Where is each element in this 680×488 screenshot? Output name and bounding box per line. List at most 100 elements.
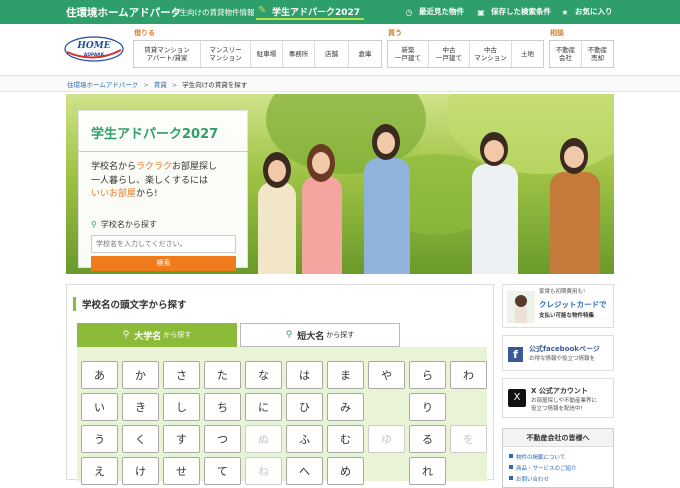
top-bar: 住環境ホームアドパーク 学生向けの賃貸物件情報 ✎ 学生アドパーク2027 ◷ 最近… bbox=[0, 0, 680, 24]
kana-key[interactable]: ら bbox=[409, 361, 446, 389]
school-search-input[interactable] bbox=[91, 235, 236, 253]
agents-link-label: 物件の掲載について bbox=[516, 455, 566, 461]
nav-rent-store[interactable]: 店舗 bbox=[315, 41, 349, 67]
school-type-tabs: ⚲ 大学名 から探す ⚲ 短大名 から探す bbox=[77, 323, 487, 347]
nav-realestate-company[interactable]: 不動産 会社 bbox=[550, 41, 582, 67]
kana-grid: あかさたなはまやらわいきしちにひみ りうくすつぬふむゆるをえけせてねへめ れ bbox=[77, 347, 487, 485]
x-logo-icon: X bbox=[508, 389, 526, 407]
facebook-banner[interactable]: f 公式facebookページ お得な情報や役立つ情報を bbox=[502, 335, 614, 371]
tab-junior-college[interactable]: ⚲ 短大名 から探す bbox=[240, 323, 400, 347]
search-label-text: 学校名から探す bbox=[100, 220, 157, 229]
kana-key[interactable]: す bbox=[163, 425, 200, 453]
kana-key[interactable]: る bbox=[409, 425, 446, 453]
kana-key[interactable]: ふ bbox=[286, 425, 323, 453]
x-sub: お部屋探しや不動産業界に bbox=[531, 398, 597, 404]
credit-banner-sub: 支払い可能な物件特集 bbox=[539, 313, 595, 319]
x-banner[interactable]: X X 公式アカウント お部屋探しや不動産業界に 役立つ情報を配信中! bbox=[502, 378, 614, 418]
nav-buy-used-house[interactable]: 中古 一戸建て bbox=[429, 41, 470, 67]
credit-card-banner[interactable]: 家賃も初期費用も! クレジットカードで 支払い可能な物件特集 bbox=[502, 284, 614, 328]
recent-viewed-link[interactable]: ◷ 最近見た物件 bbox=[404, 6, 465, 18]
logo-text-adpark: ADPARK bbox=[84, 52, 105, 58]
search-icon: ⚲ bbox=[285, 330, 293, 340]
kana-key[interactable]: わ bbox=[450, 361, 487, 389]
nav-buy-land[interactable]: 土地 bbox=[512, 41, 543, 67]
agents-link[interactable]: 物件の掲載について bbox=[509, 453, 565, 461]
hero-title: 学生アドパーク2027 bbox=[91, 127, 219, 142]
tab-suffix: から探す bbox=[163, 331, 192, 339]
initial-search-section: 学校名の頭文字から探す ⚲ 大学名 から探す ⚲ 短大名 から探す あかさたなはまやらわ… bbox=[66, 284, 494, 485]
saved-search-label: 保存した検索条件 bbox=[491, 7, 551, 16]
kana-key[interactable]: く bbox=[122, 425, 159, 453]
kana-key[interactable]: え bbox=[81, 457, 118, 485]
credit-banner-pre: 家賃も初期費用も! bbox=[539, 289, 586, 295]
kana-key[interactable]: り bbox=[409, 393, 446, 421]
kana-key[interactable]: ひ bbox=[286, 393, 323, 421]
kana-key[interactable]: う bbox=[81, 425, 118, 453]
kana-key[interactable]: か bbox=[122, 361, 159, 389]
nav-rent-warehouse[interactable]: 倉庫 bbox=[349, 41, 381, 67]
kana-key: ね bbox=[245, 457, 282, 485]
search-icon: ⚲ bbox=[91, 220, 97, 229]
kana-key[interactable]: に bbox=[245, 393, 282, 421]
facebook-sub: お得な情報や役立つ情報を bbox=[529, 356, 596, 362]
kana-key[interactable]: さ bbox=[163, 361, 200, 389]
kana-key[interactable]: ち bbox=[204, 393, 241, 421]
agents-link-label: お問い合わせ bbox=[516, 477, 550, 483]
hero-copy-text: 一人暮らし、楽しくするには bbox=[91, 175, 209, 186]
agents-box: 不動産会社の皆様へ 物件の掲載について 商品・サービスのご紹介 お問い合わせ bbox=[502, 428, 614, 488]
kana-key[interactable]: た bbox=[204, 361, 241, 389]
search-button[interactable]: 検索 bbox=[91, 256, 236, 271]
section-heading: 学校名の頭文字から探す bbox=[73, 297, 187, 311]
nav-rent-apartment[interactable]: 賃貸マンション アパート/貸家 bbox=[134, 41, 201, 67]
saved-search-link[interactable]: ▣ 保存した検索条件 bbox=[476, 6, 551, 18]
nav-realestate-sell[interactable]: 不動産 売却 bbox=[582, 41, 613, 67]
kana-key: を bbox=[450, 425, 487, 453]
credit-banner-title: クレジットカードで bbox=[539, 300, 607, 309]
x-title: X 公式アカウント bbox=[531, 387, 588, 395]
kana-key[interactable]: あ bbox=[81, 361, 118, 389]
kana-key[interactable]: い bbox=[81, 393, 118, 421]
kana-key[interactable]: や bbox=[368, 361, 405, 389]
breadcrumb-rent[interactable]: 賃貸 bbox=[154, 81, 167, 89]
campaign-link[interactable]: ✎ 学生アドパーク2027 bbox=[256, 3, 365, 20]
kana-key[interactable]: む bbox=[327, 425, 364, 453]
kana-key[interactable]: へ bbox=[286, 457, 323, 485]
tab-junior-label: 短大名 bbox=[297, 331, 325, 342]
kana-key[interactable]: し bbox=[163, 393, 200, 421]
search-label: ⚲ 学校名から探す bbox=[91, 219, 157, 230]
nav-rent-office[interactable]: 事務所 bbox=[283, 41, 315, 67]
kana-key[interactable]: め bbox=[327, 457, 364, 485]
kana-key[interactable]: て bbox=[204, 457, 241, 485]
nav-buy-used-mansion[interactable]: 中古 マンション bbox=[470, 41, 512, 67]
kana-key[interactable]: き bbox=[122, 393, 159, 421]
breadcrumb-separator: > bbox=[171, 81, 178, 89]
nav-rent-monthly[interactable]: マンスリー マンション bbox=[201, 41, 251, 67]
x-sub: 役立つ情報を配信中! bbox=[531, 406, 583, 412]
kana-key[interactable]: み bbox=[327, 393, 364, 421]
kana-key[interactable]: な bbox=[245, 361, 282, 389]
kana-key[interactable]: は bbox=[286, 361, 323, 389]
bullet-icon bbox=[509, 465, 513, 469]
student-photo bbox=[360, 114, 412, 274]
nav-buy-new-house[interactable]: 新築 一戸建て bbox=[388, 41, 429, 67]
site-brand[interactable]: 住環境ホームアドパーク bbox=[66, 5, 181, 20]
favorites-label: お気に入り bbox=[575, 7, 613, 16]
nav-rent-parking[interactable]: 駐車場 bbox=[251, 41, 283, 67]
agents-link[interactable]: 商品・サービスのご紹介 bbox=[509, 464, 577, 472]
nav-rent-label: 借りる bbox=[134, 29, 155, 37]
kana-key[interactable]: ま bbox=[327, 361, 364, 389]
breadcrumb-home[interactable]: 住環境ホームアドパーク bbox=[67, 81, 138, 89]
home-adpark-logo[interactable]: HOME ADPARK bbox=[64, 36, 124, 62]
hero-copy: 学校名からラクラクお部屋探し 一人暮らし、楽しくするには いいお部屋から! bbox=[91, 161, 217, 202]
pen-icon: ✎ bbox=[258, 5, 267, 16]
kana-key[interactable]: れ bbox=[409, 457, 446, 485]
bullet-icon bbox=[509, 476, 513, 480]
kana-key[interactable]: つ bbox=[204, 425, 241, 453]
favorites-link[interactable]: ★ お気に入り bbox=[560, 6, 613, 18]
kana-key[interactable]: け bbox=[122, 457, 159, 485]
agents-link[interactable]: お問い合わせ bbox=[509, 475, 549, 483]
site-subtitle: 学生向けの賃貸物件情報 bbox=[172, 8, 255, 17]
tab-university[interactable]: ⚲ 大学名 から探す bbox=[77, 323, 237, 347]
kana-key[interactable]: せ bbox=[163, 457, 200, 485]
woman-illustration bbox=[507, 291, 535, 323]
